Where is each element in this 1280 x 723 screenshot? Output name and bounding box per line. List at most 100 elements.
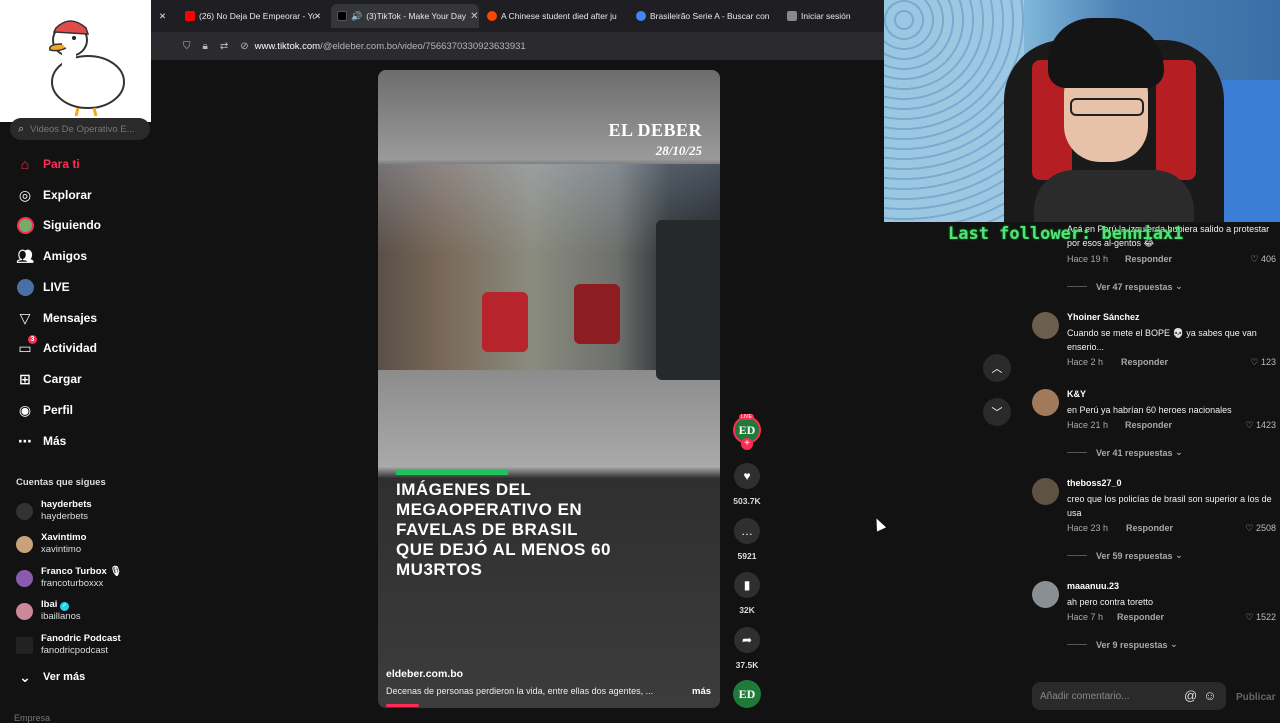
search-placeholder: Videos De Operativo E... — [30, 124, 134, 135]
avatar[interactable] — [1032, 389, 1059, 416]
nav-para-ti[interactable]: ⌂ Para ti — [16, 155, 80, 173]
reply-button[interactable]: Responder — [1117, 612, 1164, 622]
comment-user[interactable]: theboss27_0 — [1067, 478, 1122, 488]
like-count[interactable]: ♡ 123 — [1250, 357, 1276, 368]
next-video-button[interactable]: ﹀ — [983, 398, 1011, 426]
comment-user[interactable]: maaanuu.23 — [1067, 581, 1119, 591]
nav-live[interactable]: LIVE — [16, 278, 70, 296]
speaker-icon[interactable]: 🔊 — [351, 11, 362, 22]
avatar[interactable] — [1032, 478, 1059, 505]
like-count: 503.7K — [733, 496, 761, 506]
description-more-button[interactable]: más — [692, 686, 711, 697]
mention-icon[interactable]: @ — [1184, 688, 1203, 703]
comment-user[interactable]: K&Y — [1067, 389, 1086, 399]
comment-item: maaanuu.23 ah pero contra toretto Hace 7… — [1032, 581, 1276, 625]
nav-label: Actividad — [43, 341, 97, 355]
nav-cargar[interactable]: ⊞ Cargar — [16, 370, 82, 388]
previous-video-button[interactable]: ︿ — [983, 354, 1011, 382]
comment-input-tools: @☺ — [1184, 688, 1222, 703]
view-replies-button[interactable]: Ver 47 respuestas ⌄ — [1067, 281, 1183, 292]
nav-amigos[interactable]: 👥︎ Amigos — [16, 247, 87, 265]
search-input[interactable]: ⌕ Videos De Operativo E... — [10, 118, 150, 140]
following-account[interactable]: Franco Turbox 🎙francoturboxxx — [16, 566, 122, 590]
avatar[interactable] — [1032, 312, 1059, 339]
like-count-value: 1423 — [1256, 420, 1276, 430]
nav-mas[interactable]: ⋯ Más — [16, 432, 66, 450]
nav-mensajes[interactable]: ▽ Mensajes — [16, 309, 97, 327]
sound-avatar[interactable]: ED — [733, 680, 761, 708]
tab-google[interactable]: Brasileirão Serie A - Buscar con ✕ — [636, 4, 772, 28]
following-account[interactable]: Ibai ✓ibaillanos — [16, 599, 81, 623]
share-button[interactable]: ➦ 37.5K — [733, 627, 761, 670]
tab-close-icon[interactable]: ✕ — [314, 4, 321, 28]
creator-avatar[interactable]: ED LIVE + — [733, 416, 761, 450]
view-replies-button[interactable]: Ver 41 respuestas ⌄ — [1067, 447, 1183, 458]
block-icon[interactable]: ⊘ — [240, 41, 248, 52]
emoji-icon[interactable]: ☺ — [1203, 688, 1222, 703]
avatar — [16, 536, 33, 553]
like-count[interactable]: ♡ 1423 — [1245, 420, 1276, 431]
bookmark-icon: ▮ — [734, 572, 760, 598]
video-player[interactable]: EL DEBER 28/10/25 IMÁGENES DEL MEGAOPERA… — [378, 70, 720, 708]
following-icon — [16, 216, 34, 234]
permissions-icon[interactable]: ⇄ — [220, 41, 228, 52]
shield-icon[interactable]: ⛉ — [183, 41, 191, 52]
nav-label: Perfil — [43, 403, 73, 417]
follow-plus-icon[interactable]: + — [741, 438, 753, 450]
headline-accent-bar — [396, 470, 508, 475]
brand-name: EL DEBER — [608, 120, 702, 141]
tab-youtube[interactable]: (26) No Deja De Empeorar - Yo — [185, 4, 315, 28]
lock-icon[interactable]: 🔒︎ — [203, 41, 208, 52]
youtube-icon — [185, 11, 195, 21]
music-disc-icon: ED — [733, 680, 761, 708]
following-account[interactable]: Xavintimoxavintimo — [16, 532, 86, 556]
tab-kick[interactable]: Iniciar sesión — [787, 4, 877, 28]
like-button[interactable]: ♥ 503.7K — [733, 463, 761, 506]
tab-tiktok[interactable]: 🔊 (3)TikTok - Make Your Day ✕ — [331, 4, 479, 28]
address-bar[interactable]: ⛉ 🔒︎ ⇄ ⊘ www.tiktok.com /@eldeber.com.bo… — [151, 32, 884, 60]
sidebar — [0, 122, 166, 720]
video-author[interactable]: eldeber.com.bo — [386, 668, 463, 680]
nav-siguiendo[interactable]: Siguiendo — [16, 216, 101, 234]
see-more-label: Ver más — [43, 671, 85, 683]
footer-company[interactable]: Empresa — [14, 713, 50, 723]
avatar[interactable] — [1032, 581, 1059, 608]
share-icon: ➦ — [734, 627, 760, 653]
view-replies-button[interactable]: Ver 59 respuestas ⌄ — [1067, 550, 1183, 561]
nav-actividad[interactable]: ▭3 Actividad — [16, 339, 97, 357]
save-button[interactable]: ▮ 32K — [733, 572, 761, 615]
comment-item: Yhoiner Sánchez Cuando se mete el BOPE 💀… — [1032, 312, 1276, 372]
like-count[interactable]: ♡ 2508 — [1245, 523, 1276, 534]
nav-perfil[interactable]: ◉ Perfil — [16, 401, 73, 419]
nav-explorar[interactable]: ◎ Explorar — [16, 186, 92, 204]
webcam-hair — [1048, 18, 1164, 88]
like-count[interactable]: ♡ 406 — [1250, 254, 1276, 265]
account-name: Ibai — [41, 599, 57, 610]
account-handle: francoturboxxx — [41, 578, 122, 590]
tab-reddit[interactable]: A Chinese student died after ju ✕ — [487, 4, 621, 28]
chevron-down-icon: ⌄ — [1175, 281, 1183, 292]
reply-button[interactable]: Responder — [1125, 420, 1172, 430]
comment-user[interactable]: Yhoiner Sánchez — [1067, 312, 1140, 322]
comment-button[interactable]: … 5921 — [733, 518, 761, 561]
reply-button[interactable]: Responder — [1125, 254, 1172, 264]
view-replies-button[interactable]: Ver 9 respuestas ⌄ — [1067, 639, 1178, 650]
video-progress-bar[interactable] — [386, 704, 419, 707]
comment-item: theboss27_0 creo que los policías de bra… — [1032, 478, 1276, 536]
comment-text: en Perú ya habrían 60 heroes nacionales — [1067, 403, 1275, 417]
tab-close-icon[interactable]: ✕ — [159, 4, 166, 28]
video-road — [378, 370, 720, 466]
following-account[interactable]: hayderbetshayderbets — [16, 499, 92, 523]
video-armored-truck — [656, 220, 720, 380]
close-icon[interactable]: ✕ — [470, 11, 478, 22]
account-handle: xavintimo — [41, 544, 86, 556]
comment-time: Hace 2 h — [1067, 357, 1103, 367]
reply-button[interactable]: Responder — [1126, 523, 1173, 533]
chevron-up-icon: ︿ — [992, 360, 1003, 376]
reply-button[interactable]: Responder — [1121, 357, 1168, 367]
following-title: Cuentas que sigues — [16, 477, 106, 488]
like-count[interactable]: ♡ 1522 — [1245, 612, 1276, 623]
see-more-button[interactable]: ⌄ Ver más — [16, 668, 85, 686]
publish-button[interactable]: Publicar — [1236, 692, 1275, 703]
following-account[interactable]: Fanodric Podcastfanodricpodcast — [16, 633, 121, 657]
